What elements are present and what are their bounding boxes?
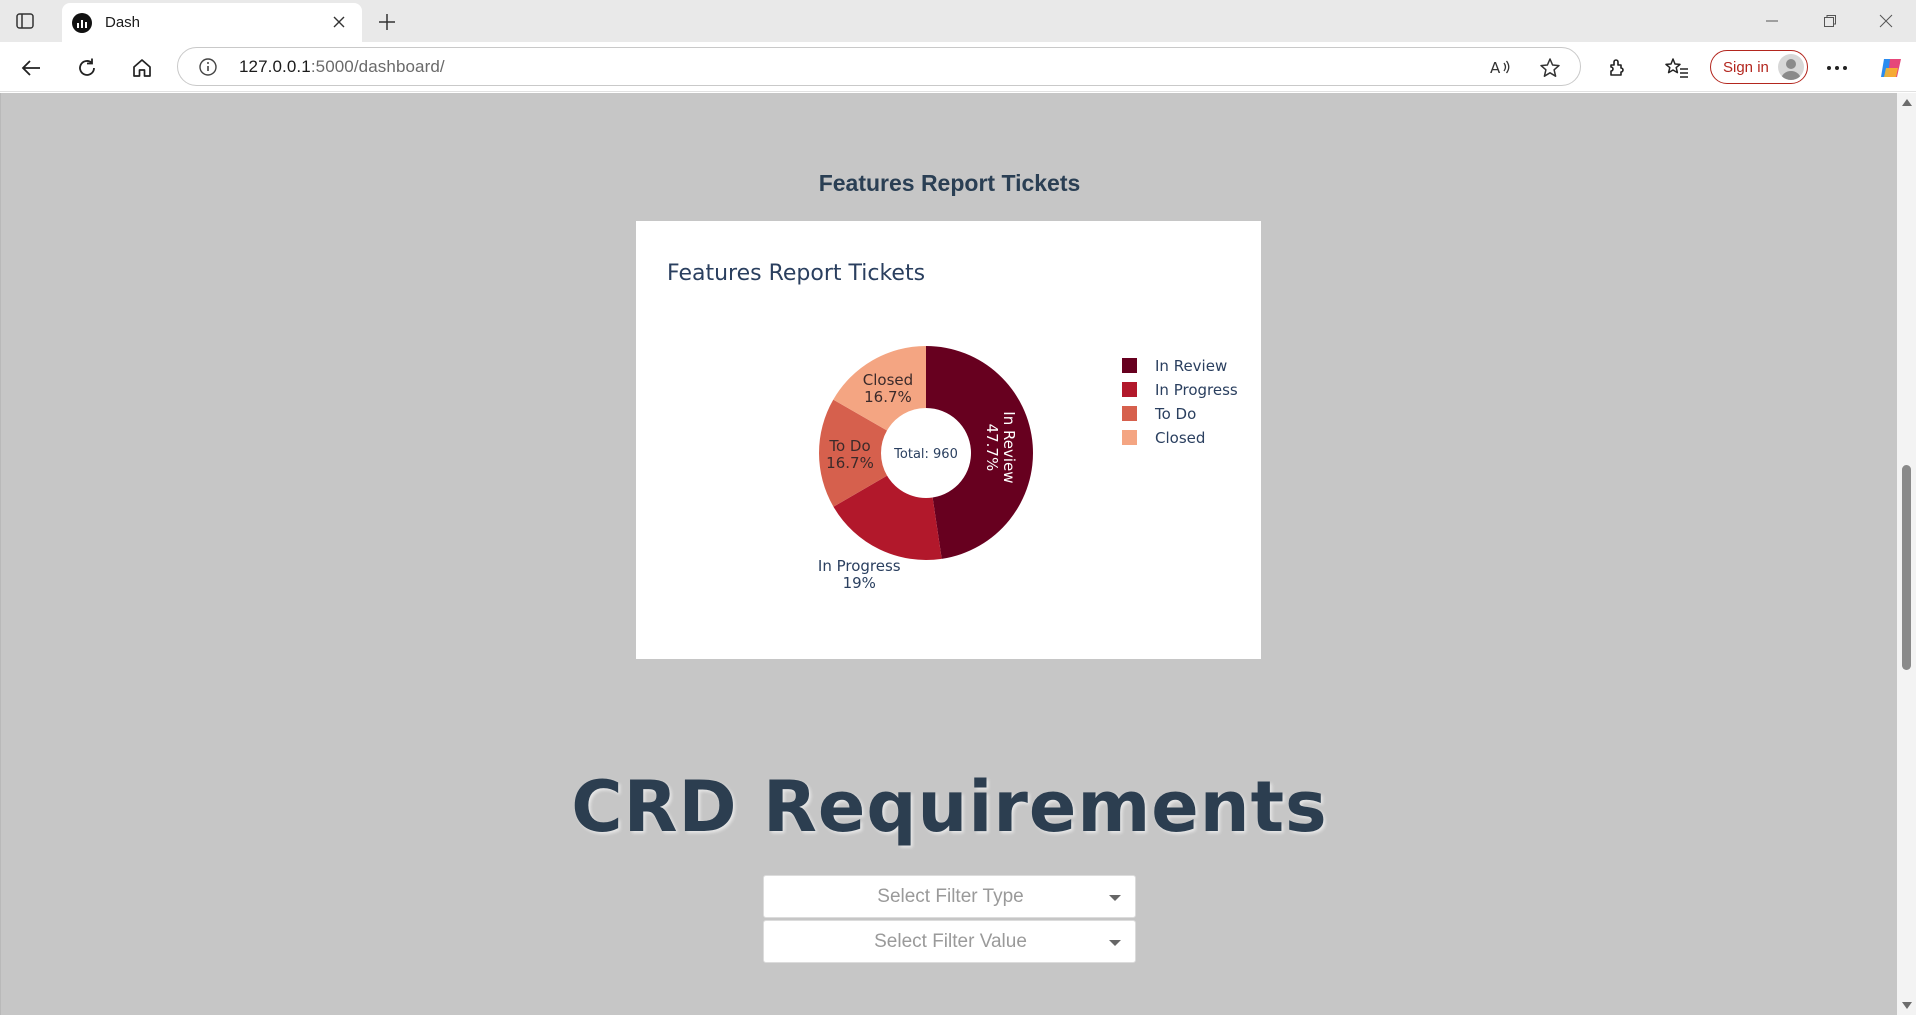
reload-icon[interactable] bbox=[70, 51, 104, 85]
sidebar-toggle-icon[interactable] bbox=[14, 10, 36, 32]
slice-label-percent: 16.7% bbox=[826, 454, 874, 472]
slice-label-text-in-progress: In Progress 19% bbox=[818, 557, 901, 592]
url-text[interactable]: 127.0.0.1:5000/dashboard/ bbox=[239, 57, 445, 77]
new-tab-icon[interactable] bbox=[374, 9, 400, 35]
close-tab-icon[interactable] bbox=[330, 13, 348, 31]
close-window-icon[interactable] bbox=[1866, 8, 1906, 34]
chevron-down-icon[interactable] bbox=[1109, 895, 1121, 901]
favorite-star-icon[interactable] bbox=[1538, 56, 1562, 80]
slice-label-category: In Progress bbox=[818, 557, 901, 575]
filter-type-placeholder: Select Filter Type bbox=[877, 886, 1024, 907]
pie-chart: In Review47.7%In Progress 19%To Do 16.7%Cl… bbox=[818, 346, 1238, 592]
legend-swatch-in-review bbox=[1122, 358, 1137, 373]
sign-in-label: Sign in bbox=[1723, 58, 1769, 76]
scroll-up-arrow-icon[interactable] bbox=[1902, 99, 1912, 106]
slice-label-percent: 19% bbox=[843, 574, 876, 592]
page-viewport: Features Report Tickets Features Report … bbox=[0, 93, 1897, 1015]
browser-tab[interactable]: Dash bbox=[62, 3, 362, 42]
home-icon[interactable] bbox=[125, 51, 159, 85]
pie-chart-card: Features Report Tickets In Review47.7% In… bbox=[636, 221, 1261, 659]
donut-total-label: Total: 960 bbox=[893, 447, 958, 462]
restore-icon[interactable] bbox=[1810, 8, 1850, 34]
site-info-icon[interactable] bbox=[198, 57, 218, 77]
slice-label-category: Closed bbox=[863, 371, 913, 389]
vertical-scrollbar[interactable] bbox=[1897, 93, 1916, 1015]
filter-value-placeholder: Select Filter Value bbox=[874, 931, 1027, 952]
legend-item-in-progress: In Progress bbox=[1155, 381, 1238, 399]
legend-item-in-review: In Review bbox=[1155, 357, 1227, 375]
url-path: :5000/dashboard/ bbox=[310, 57, 445, 76]
filter-type-dropdown[interactable]: Select Filter Type bbox=[763, 875, 1136, 918]
slice-label-in-progress: In Progress 19% bbox=[818, 557, 901, 592]
address-bar[interactable]: 127.0.0.1:5000/dashboard/ A bbox=[177, 47, 1581, 86]
dash-favicon-icon bbox=[72, 12, 92, 33]
tab-bar: Dash bbox=[0, 0, 1916, 42]
slice-label-text-closed: Closed 16.7% bbox=[863, 371, 913, 406]
filter-value-dropdown[interactable]: Select Filter Value bbox=[763, 920, 1136, 963]
slice-label-text-to-do: To Do 16.7% bbox=[826, 437, 874, 472]
minimize-icon[interactable] bbox=[1752, 8, 1792, 34]
section-title: Features Report Tickets bbox=[818, 170, 1081, 196]
profile-avatar-icon bbox=[1778, 54, 1804, 80]
browser-toolbar: 127.0.0.1:5000/dashboard/ A Sign in bbox=[0, 42, 1916, 92]
scroll-down-arrow-icon[interactable] bbox=[1902, 1002, 1912, 1009]
slice-label-percent: 47.7% bbox=[983, 424, 1001, 472]
slice-label-to-do: To Do 16.7% bbox=[826, 437, 874, 472]
read-aloud-icon[interactable]: A bbox=[1488, 56, 1512, 80]
slice-label-category: In Review bbox=[1000, 411, 1018, 483]
slice-label-percent: 16.7% bbox=[864, 388, 912, 406]
slice-label-closed: Closed 16.7% bbox=[863, 371, 913, 406]
more-menu-icon[interactable] bbox=[1820, 51, 1854, 85]
slice-label-category: To Do bbox=[828, 437, 870, 455]
svg-text:A: A bbox=[1490, 59, 1501, 77]
crd-requirements-title: CRD Requirements bbox=[571, 766, 1328, 848]
chevron-down-icon[interactable] bbox=[1109, 940, 1121, 946]
back-icon[interactable] bbox=[14, 51, 48, 85]
legend-swatch-to-do bbox=[1122, 406, 1137, 421]
legend-item-closed: Closed bbox=[1155, 429, 1205, 447]
copilot-icon[interactable] bbox=[1874, 51, 1908, 85]
legend-swatch-in-progress bbox=[1122, 382, 1137, 397]
legend-item-to-do: To Do bbox=[1154, 405, 1196, 423]
scrollbar-thumb[interactable] bbox=[1902, 465, 1911, 670]
legend-swatch-closed bbox=[1122, 430, 1137, 445]
url-host: 127.0.0.1 bbox=[239, 57, 311, 76]
sign-in-button[interactable]: Sign in bbox=[1710, 50, 1808, 84]
extensions-icon[interactable] bbox=[1600, 51, 1634, 85]
tab-title: Dash bbox=[105, 14, 141, 31]
favorites-icon[interactable] bbox=[1660, 51, 1694, 85]
